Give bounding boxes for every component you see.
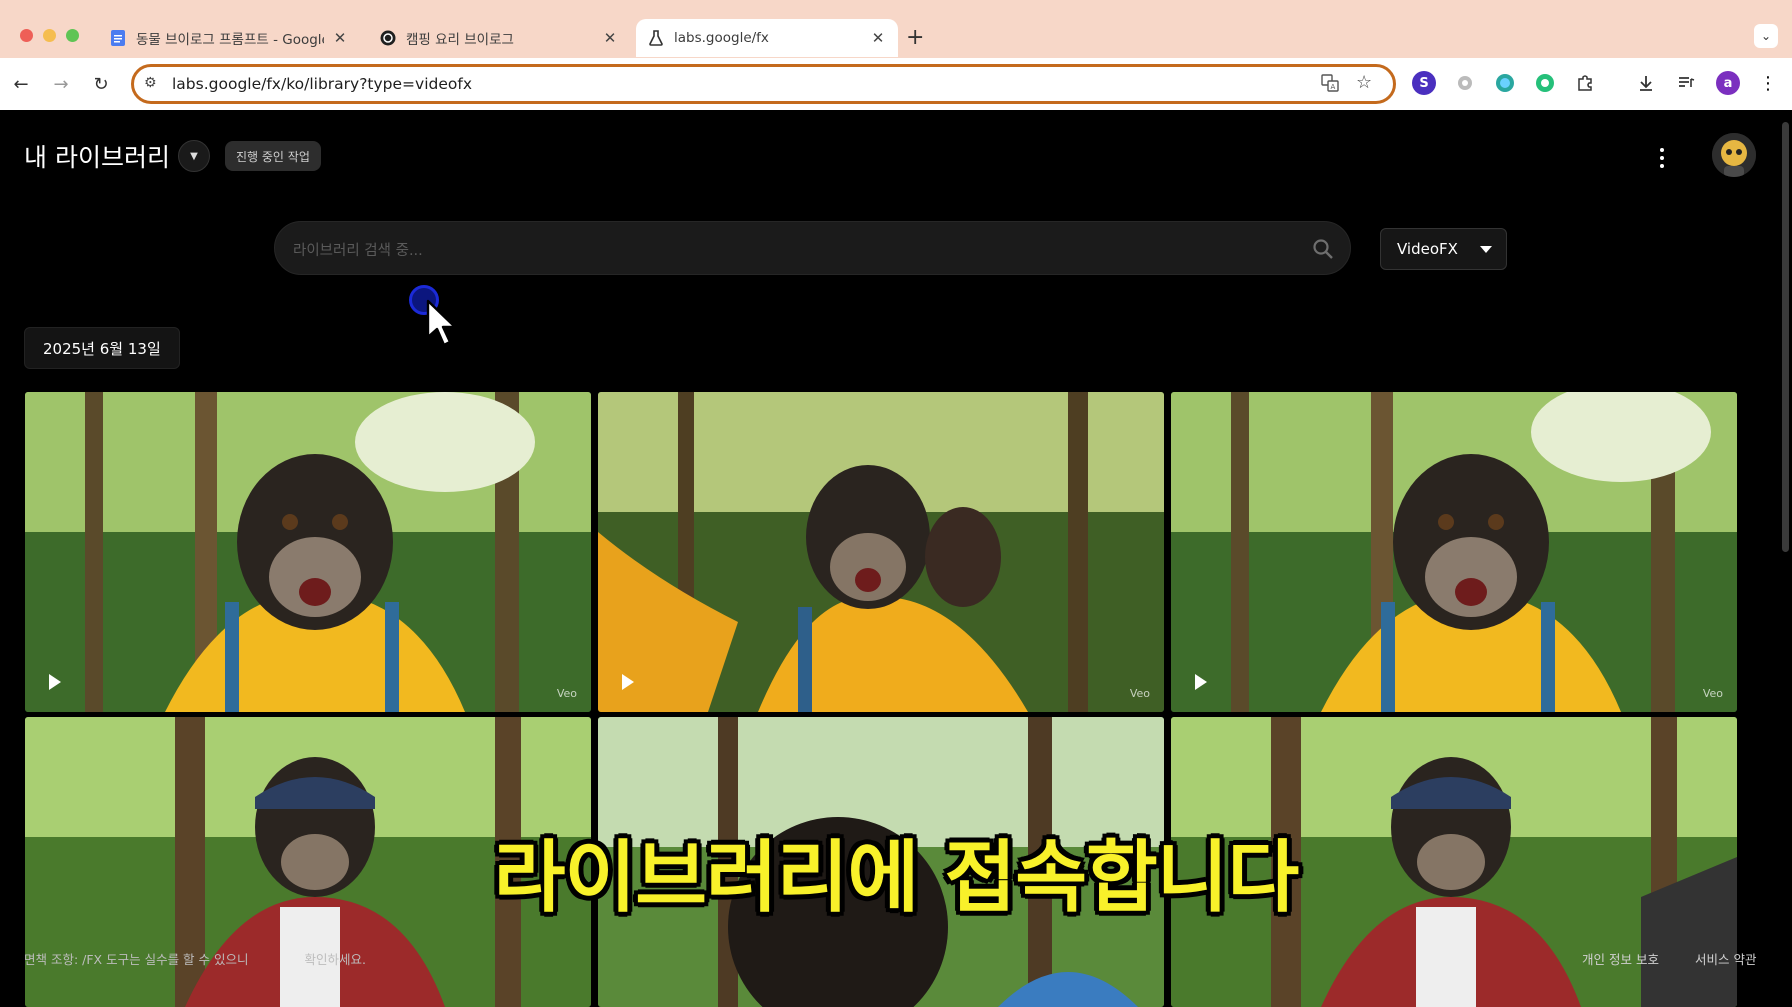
extension-wordpress-icon[interactable] <box>1493 71 1517 95</box>
terms-link[interactable]: 서비스 약관 <box>1695 949 1756 968</box>
new-tab-button[interactable]: + <box>906 25 924 50</box>
play-icon[interactable] <box>49 674 61 690</box>
scrollbar[interactable] <box>1782 122 1789 552</box>
mouse-pointer-icon <box>426 299 457 347</box>
back-button[interactable]: ← <box>7 70 35 98</box>
tab-label: labs.google/fx <box>674 30 769 46</box>
minimize-window-button[interactable] <box>43 29 56 42</box>
video-thumbnail[interactable]: Veo <box>1171 392 1737 712</box>
chimpanzee-reaching-image <box>598 392 1164 712</box>
tool-filter-select[interactable]: VideoFX <box>1380 228 1507 270</box>
svg-text:A: A <box>1331 83 1336 91</box>
maximize-window-button[interactable] <box>66 29 79 42</box>
library-page: 내 라이브러리 ▼ 진행 중인 작업 라이브러리 검색 중... VideoFX… <box>0 110 1792 1007</box>
close-tab-icon[interactable]: ✕ <box>332 29 348 47</box>
library-dropdown-button[interactable]: ▼ <box>178 140 210 172</box>
tab-labs-google-fx[interactable]: labs.google/fx ✕ <box>636 19 898 57</box>
disclaimer-tail: 확인하세요. <box>304 952 366 967</box>
video-thumbnail[interactable]: Veo <box>598 392 1164 712</box>
play-icon[interactable] <box>1195 674 1207 690</box>
profile-avatar[interactable]: a <box>1716 71 1740 95</box>
chimpanzee-selfie-image <box>1171 392 1737 712</box>
browser-toolbar: ← → ↻ ⚙ labs.google/fx/ko/library?type=v… <box>0 58 1792 110</box>
url-text: labs.google/fx/ko/library?type=videofx <box>172 75 473 93</box>
download-icon[interactable] <box>1634 71 1658 95</box>
more-options-icon[interactable] <box>1654 146 1670 170</box>
docs-icon <box>110 30 126 46</box>
video-subtitle-caption: 라이브러리에 접속합니다 <box>493 833 1300 923</box>
tab-label: 캠핑 요리 브이로그 <box>406 32 514 48</box>
flask-icon <box>648 30 664 46</box>
tool-filter-value: VideoFX <box>1397 240 1458 258</box>
extension-s-icon[interactable]: S <box>1412 71 1436 95</box>
media-control-icon[interactable] <box>1674 71 1698 95</box>
openai-icon <box>380 30 396 46</box>
video-thumbnail[interactable]: Veo <box>25 392 591 712</box>
in-progress-chip[interactable]: 진행 중인 작업 <box>225 141 321 171</box>
bookmark-star-icon[interactable]: ☆ <box>1356 72 1372 93</box>
disclaimer-lead: 면책 조항: /FX 도구는 실수를 할 수 있으니 <box>24 952 249 967</box>
extension-green-icon[interactable] <box>1533 71 1557 95</box>
reload-button[interactable]: ↻ <box>87 70 115 98</box>
veo-badge: Veo <box>556 687 577 700</box>
search-placeholder: 라이브러리 검색 중... <box>293 243 423 259</box>
close-tab-icon[interactable]: ✕ <box>602 29 618 47</box>
translate-icon[interactable]: A <box>1321 74 1339 96</box>
page-title: 내 라이브러리 <box>24 143 170 172</box>
search-icon[interactable] <box>1310 236 1336 262</box>
close-tab-icon[interactable]: ✕ <box>870 29 886 47</box>
site-settings-icon[interactable]: ⚙ <box>144 75 157 91</box>
address-bar[interactable]: ⚙ labs.google/fx/ko/library?type=videofx… <box>131 64 1396 104</box>
tab-label: 동물 브이로그 프롬프트 - Google <box>136 32 324 48</box>
tab-camping-cooking-vlog[interactable]: 캠핑 요리 브이로그 ✕ <box>368 19 630 57</box>
chimpanzee-selfie-image <box>25 392 591 712</box>
forward-button[interactable]: → <box>47 70 75 98</box>
library-search-bar[interactable]: 라이브러리 검색 중... <box>274 221 1351 275</box>
tab-search-chevron-icon[interactable]: ⌄ <box>1754 24 1778 48</box>
browser-menu-icon[interactable]: ⋮ <box>1756 71 1780 95</box>
veo-badge: Veo <box>1702 687 1723 700</box>
close-window-button[interactable] <box>20 29 33 42</box>
extensions-puzzle-icon[interactable] <box>1573 71 1597 95</box>
date-group-label: 2025년 6월 13일 <box>24 327 180 369</box>
caret-down-icon <box>1480 246 1492 253</box>
browser-tab-bar: 동물 브이로그 프롬프트 - Google ✕ 캠핑 요리 브이로그 ✕ lab… <box>0 0 1792 58</box>
disclaimer-text: 면책 조항: /FX 도구는 실수를 할 수 있으니 확인하세요. <box>24 949 366 968</box>
veo-badge: Veo <box>1129 687 1150 700</box>
user-avatar[interactable] <box>1712 133 1756 177</box>
tab-animal-vlog-prompt[interactable]: 동물 브이로그 프롬프트 - Google ✕ <box>98 19 360 57</box>
extension-grey-icon[interactable] <box>1453 71 1477 95</box>
play-icon[interactable] <box>622 674 634 690</box>
privacy-link[interactable]: 개인 정보 보호 <box>1582 949 1659 968</box>
